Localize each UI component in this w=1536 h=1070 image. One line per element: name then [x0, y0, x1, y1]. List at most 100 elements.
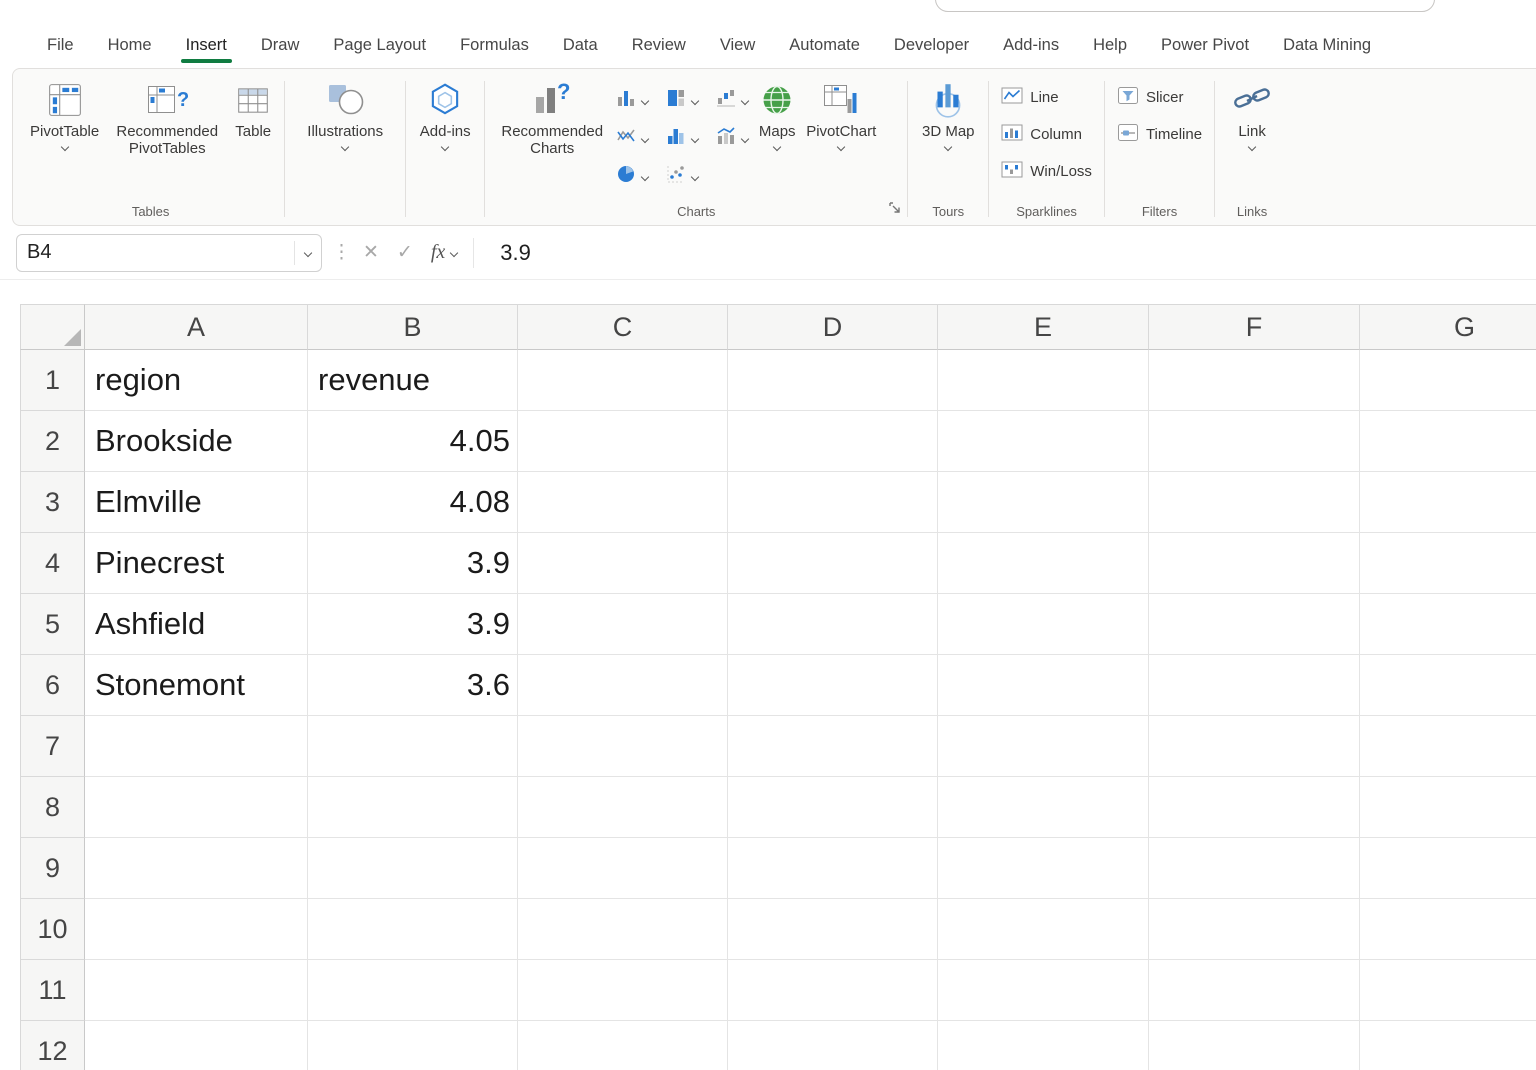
cell-C6[interactable] — [518, 655, 728, 716]
cell-D9[interactable] — [728, 838, 938, 899]
cell-F10[interactable] — [1149, 899, 1360, 960]
cell-G2[interactable] — [1360, 411, 1536, 472]
cell-C5[interactable] — [518, 594, 728, 655]
tab-data-mining[interactable]: Data Mining — [1266, 26, 1388, 65]
tab-automate[interactable]: Automate — [772, 26, 877, 65]
3d-map-button[interactable]: 3D Map — [916, 77, 980, 153]
cell-G3[interactable] — [1360, 472, 1536, 533]
column-header-A[interactable]: A — [85, 304, 308, 350]
cell-E8[interactable] — [938, 777, 1149, 838]
cell-G6[interactable] — [1360, 655, 1536, 716]
tab-home[interactable]: Home — [91, 26, 169, 65]
cell-A9[interactable] — [85, 838, 308, 899]
cell-D7[interactable] — [728, 716, 938, 777]
cancel-entry-icon[interactable]: ✕ — [363, 241, 379, 264]
illustrations-button[interactable]: Illustrations — [293, 77, 397, 153]
cell-F6[interactable] — [1149, 655, 1360, 716]
sparkline-line-button[interactable]: Line — [997, 79, 1096, 116]
cell-C1[interactable] — [518, 350, 728, 411]
cell-C9[interactable] — [518, 838, 728, 899]
cell-B5[interactable]: 3.9 — [308, 594, 518, 655]
cell-E5[interactable] — [938, 594, 1149, 655]
column-header-G[interactable]: G — [1360, 304, 1536, 350]
name-box[interactable]: B4 — [16, 234, 322, 272]
cell-F9[interactable] — [1149, 838, 1360, 899]
table-button[interactable]: Table — [230, 77, 276, 143]
row-header-7[interactable]: 7 — [20, 716, 85, 777]
cell-B12[interactable] — [308, 1021, 518, 1070]
row-header-8[interactable]: 8 — [20, 777, 85, 838]
cell-B7[interactable] — [308, 716, 518, 777]
row-header-1[interactable]: 1 — [20, 350, 85, 411]
timeline-button[interactable]: Timeline — [1113, 116, 1206, 153]
pivottable-button[interactable]: PivotTable — [25, 77, 104, 153]
column-header-B[interactable]: B — [308, 304, 518, 350]
cell-D8[interactable] — [728, 777, 938, 838]
cell-F7[interactable] — [1149, 716, 1360, 777]
row-header-9[interactable]: 9 — [20, 838, 85, 899]
cell-B6[interactable]: 3.6 — [308, 655, 518, 716]
search-box-remnant[interactable] — [935, 0, 1435, 12]
insert-combo-chart-button[interactable] — [711, 122, 753, 155]
pivotchart-button[interactable]: PivotChart — [801, 77, 881, 153]
cell-A5[interactable]: Ashfield — [85, 594, 308, 655]
cell-D4[interactable] — [728, 533, 938, 594]
cell-G1[interactable] — [1360, 350, 1536, 411]
cell-A11[interactable] — [85, 960, 308, 1021]
cell-A6[interactable]: Stonemont — [85, 655, 308, 716]
cell-E10[interactable] — [938, 899, 1149, 960]
cell-C11[interactable] — [518, 960, 728, 1021]
formula-bar-drag-handle[interactable]: ⋮ — [332, 241, 351, 264]
charts-dialog-launcher-icon[interactable] — [888, 201, 901, 219]
insert-scatter-chart-button[interactable] — [661, 160, 703, 193]
sparkline-winloss-button[interactable]: Win/Loss — [997, 153, 1096, 190]
cell-D3[interactable] — [728, 472, 938, 533]
cell-B11[interactable] — [308, 960, 518, 1021]
cell-G10[interactable] — [1360, 899, 1536, 960]
select-all-corner[interactable] — [20, 304, 85, 350]
cell-E2[interactable] — [938, 411, 1149, 472]
cell-E3[interactable] — [938, 472, 1149, 533]
cell-G4[interactable] — [1360, 533, 1536, 594]
cell-E1[interactable] — [938, 350, 1149, 411]
row-header-6[interactable]: 6 — [20, 655, 85, 716]
row-header-4[interactable]: 4 — [20, 533, 85, 594]
name-box-dropdown[interactable] — [294, 241, 311, 265]
cell-F1[interactable] — [1149, 350, 1360, 411]
cell-F11[interactable] — [1149, 960, 1360, 1021]
cell-D12[interactable] — [728, 1021, 938, 1070]
cell-D2[interactable] — [728, 411, 938, 472]
cell-B2[interactable]: 4.05 — [308, 411, 518, 472]
row-header-5[interactable]: 5 — [20, 594, 85, 655]
cell-G12[interactable] — [1360, 1021, 1536, 1070]
row-header-2[interactable]: 2 — [20, 411, 85, 472]
cell-A3[interactable]: Elmville — [85, 472, 308, 533]
tab-draw[interactable]: Draw — [244, 26, 317, 65]
cell-F8[interactable] — [1149, 777, 1360, 838]
row-header-11[interactable]: 11 — [20, 960, 85, 1021]
tab-file[interactable]: File — [30, 26, 91, 65]
cell-A12[interactable] — [85, 1021, 308, 1070]
tab-page-layout[interactable]: Page Layout — [316, 26, 443, 65]
cell-E7[interactable] — [938, 716, 1149, 777]
cell-A2[interactable]: Brookside — [85, 411, 308, 472]
cell-B4[interactable]: 3.9 — [308, 533, 518, 594]
recommended-pivottables-button[interactable]: ? Recommended PivotTables — [104, 77, 230, 161]
confirm-entry-icon[interactable]: ✓ — [397, 241, 413, 264]
column-header-E[interactable]: E — [938, 304, 1149, 350]
cell-E4[interactable] — [938, 533, 1149, 594]
insert-function-button[interactable]: fx — [431, 241, 457, 264]
cell-B1[interactable]: revenue — [308, 350, 518, 411]
insert-line-area-chart-button[interactable] — [611, 122, 653, 155]
addins-button[interactable]: Add-ins — [414, 77, 476, 153]
tab-developer[interactable]: Developer — [877, 26, 986, 65]
cell-F3[interactable] — [1149, 472, 1360, 533]
cell-C10[interactable] — [518, 899, 728, 960]
sparkline-column-button[interactable]: Column — [997, 116, 1096, 153]
row-header-3[interactable]: 3 — [20, 472, 85, 533]
cell-F5[interactable] — [1149, 594, 1360, 655]
cell-C3[interactable] — [518, 472, 728, 533]
recommended-charts-button[interactable]: ? Recommended Charts — [493, 77, 611, 161]
tab-formulas[interactable]: Formulas — [443, 26, 546, 65]
cell-B10[interactable] — [308, 899, 518, 960]
